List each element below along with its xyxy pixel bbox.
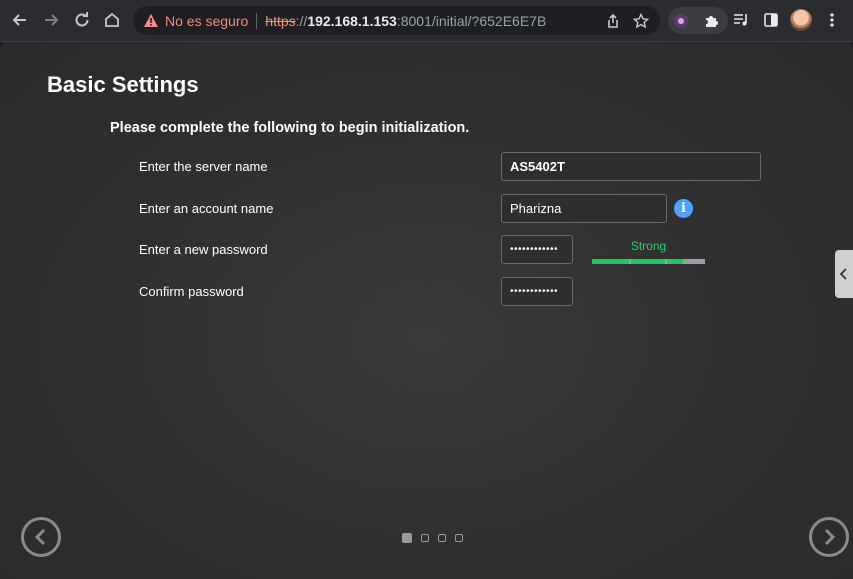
puzzle-icon[interactable]	[698, 8, 724, 34]
previous-step-button[interactable]	[21, 517, 61, 557]
confirm-password-input[interactable]: ••••••••••••	[501, 277, 573, 306]
info-icon[interactable]: i	[674, 199, 693, 218]
security-status[interactable]: No es seguro	[165, 13, 248, 29]
server-name-label: Enter the server name	[139, 159, 268, 174]
step-dot-3[interactable]	[438, 534, 446, 542]
step-dot-1[interactable]	[402, 533, 412, 543]
step-pagination	[402, 533, 463, 543]
page-title: Basic Settings	[47, 72, 199, 97]
browser-toolbar: No es seguro https://192.168.1.153:8001/…	[0, 0, 853, 42]
strength-segment	[631, 259, 665, 264]
address-bar[interactable]: No es seguro https://192.168.1.153:8001/…	[133, 6, 660, 35]
chevron-left-icon	[34, 528, 46, 546]
url-text[interactable]: https://192.168.1.153:8001/initial/?652E…	[265, 13, 546, 29]
page-subtitle: Please complete the following to begin i…	[110, 120, 470, 136]
password-strength-meter	[592, 259, 705, 264]
url-host: 192.168.1.153	[307, 12, 397, 29]
forward-icon[interactable]	[38, 7, 64, 33]
setup-page: Basic Settings Please complete the follo…	[0, 42, 853, 579]
account-name-input[interactable]: Pharizna	[501, 194, 667, 223]
password-input[interactable]: ••••••••••••	[501, 235, 573, 264]
url-scheme: https	[265, 12, 296, 29]
step-dot-2[interactable]	[421, 534, 429, 542]
account-name-label: Enter an account name	[139, 201, 274, 216]
chevron-left-icon	[840, 268, 847, 280]
media-queue-icon[interactable]	[728, 7, 754, 33]
strength-segment	[667, 259, 683, 264]
warning-icon	[143, 13, 159, 29]
password-label: Enter a new password	[139, 242, 268, 257]
next-step-button[interactable]	[809, 517, 849, 557]
menu-kebab-icon[interactable]	[819, 7, 845, 33]
password-strength-label: Strong	[630, 239, 667, 253]
omnibox-separator	[256, 12, 258, 29]
profile-avatar[interactable]	[790, 9, 812, 31]
side-panel-icon[interactable]	[758, 7, 784, 33]
confirm-password-label: Confirm password	[139, 284, 244, 299]
url-path: :8001/initial/?652E6E7B	[396, 12, 547, 29]
share-icon[interactable]	[602, 10, 624, 32]
extension-icon[interactable]	[668, 8, 694, 34]
back-icon[interactable]	[7, 7, 33, 33]
strength-segment	[592, 259, 629, 264]
bookmark-star-icon[interactable]	[630, 10, 652, 32]
home-icon[interactable]	[99, 7, 125, 33]
step-dot-4[interactable]	[455, 534, 463, 542]
chevron-right-icon	[824, 528, 836, 546]
server-name-input[interactable]: AS5402T	[501, 152, 761, 181]
reload-icon[interactable]	[69, 7, 95, 33]
extensions-group	[668, 7, 728, 34]
side-panel-toggle[interactable]	[835, 250, 853, 298]
